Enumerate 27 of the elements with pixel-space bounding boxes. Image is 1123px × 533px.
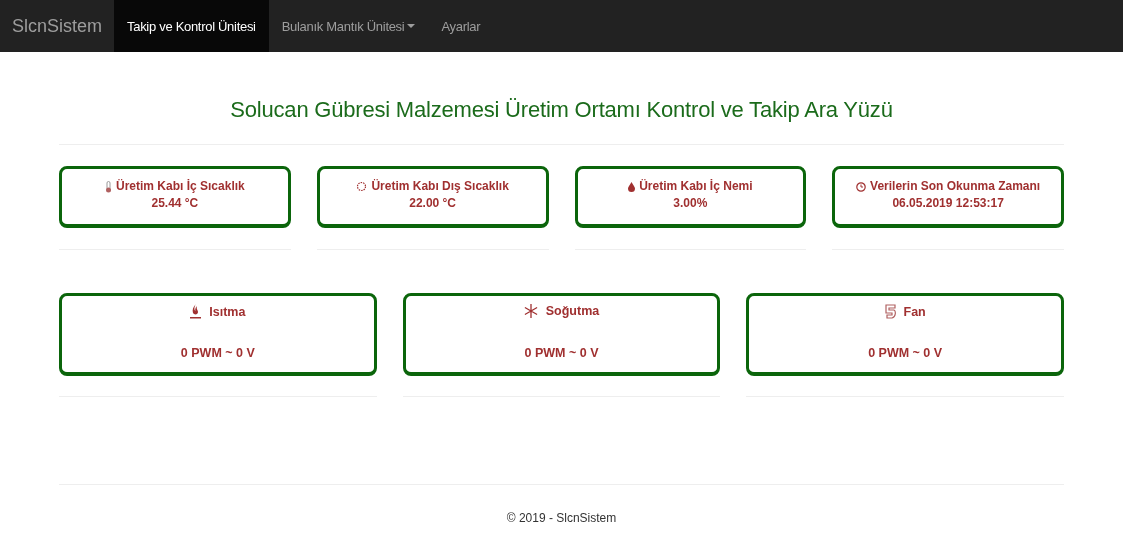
nav-link[interactable]: Ayarlar bbox=[428, 0, 494, 52]
card-label: Isıtma bbox=[209, 304, 246, 319]
page-title: Solucan Gübresi Malzemesi Üretim Ortamı Kontrol ve Takip Ara Yüzü bbox=[229, 96, 894, 124]
snowflake-icon bbox=[523, 304, 538, 318]
nav-link[interactable]: Bulanık Mantık Ünitesi bbox=[268, 0, 429, 52]
card-label: Üretim Kabı İç Sıcaklık bbox=[116, 178, 245, 195]
caret-icon bbox=[407, 23, 416, 29]
card-label: Fan bbox=[903, 304, 926, 319]
card-value: 25.44 °C bbox=[150, 195, 200, 212]
drop-icon bbox=[628, 181, 636, 192]
card-label: Üretim Kabı Dış Sıcaklık bbox=[371, 178, 509, 195]
card-value: 0 PWM ~ 0 V bbox=[523, 346, 600, 360]
footer-text: © 2019 - SlcnSistem bbox=[505, 511, 618, 525]
card-value: 0 PWM ~ 0 V bbox=[867, 346, 944, 360]
card-value: 06.05.2019 12:53:17 bbox=[891, 195, 1005, 212]
flame-icon bbox=[190, 304, 202, 319]
sun-icon bbox=[356, 181, 368, 192]
nav-link[interactable]: Takip ve Kontrol Ünitesi bbox=[114, 0, 269, 52]
card-label: Verilerin Son Okunma Zamanı bbox=[870, 178, 1041, 195]
card-label: Üretim Kabı İç Nemi bbox=[639, 178, 753, 195]
clock-icon bbox=[856, 181, 867, 192]
thermometer-icon bbox=[105, 180, 112, 193]
brand-link[interactable]: SlcnSistem bbox=[0, 0, 115, 52]
card-value: 0 PWM ~ 0 V bbox=[179, 346, 256, 360]
card-value: 3.00% bbox=[672, 195, 709, 212]
card-value: 22.00 °C bbox=[408, 195, 458, 212]
card-label: Soğutma bbox=[545, 304, 600, 318]
